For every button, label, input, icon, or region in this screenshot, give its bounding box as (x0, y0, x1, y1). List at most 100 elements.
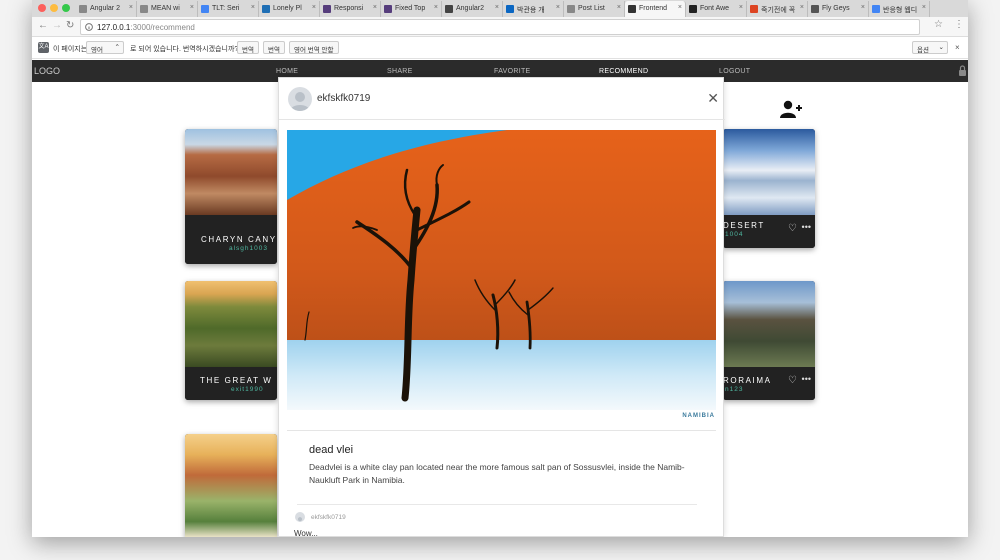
bookmark-star-icon[interactable]: ☆ (934, 19, 943, 30)
close-tab-icon[interactable]: × (373, 4, 377, 11)
tab-label: Responsi (334, 5, 364, 12)
photo-card[interactable]: RORAIMA n123 ♡ ••• (723, 281, 815, 400)
tab-label: TLT: Seri (212, 5, 240, 12)
google-icon (872, 5, 880, 13)
nav-home[interactable]: HOME (276, 68, 298, 75)
url-field[interactable]: 127.0.0.1:3000/recommend (80, 19, 920, 35)
minimize-window-button[interactable] (50, 4, 58, 12)
translate-options-select[interactable]: 옵션 ⌄ (912, 41, 948, 54)
close-tab-icon[interactable]: × (617, 4, 621, 11)
forward-icon[interactable]: → (52, 20, 62, 31)
browser-tab[interactable]: Lonely Pl × (259, 1, 320, 17)
page-icon (445, 5, 453, 13)
language-select[interactable]: 영어 ⌃ (86, 41, 124, 54)
address-row: ← → ↻ 127.0.0.1:3000/recommend ☆ ⋮ (32, 17, 968, 37)
lock-icon[interactable] (958, 65, 967, 76)
heart-icon[interactable]: ♡ (788, 223, 797, 234)
browser-tab[interactable]: Angular2 × (442, 1, 503, 17)
more-icon[interactable]: ••• (802, 374, 811, 384)
card-image (723, 281, 815, 367)
close-tab-icon[interactable]: × (922, 4, 926, 11)
back-icon[interactable]: ← (38, 20, 48, 31)
card-title: CHARYN CANY (201, 235, 277, 244)
tab-label: Fixed Top (395, 5, 426, 12)
tab-label: 죽기전에 꼭 (761, 7, 796, 14)
lp-icon (262, 5, 270, 13)
google-icon (201, 5, 209, 13)
tab-label: Angular2 (456, 5, 485, 12)
comment-text: Wow... (294, 529, 318, 537)
comment-author[interactable]: ekfskfk0719 (311, 514, 346, 521)
translate-question: 로 되어 있습니다. 번역하시겠습니까? (130, 46, 239, 53)
doc-icon (140, 5, 148, 13)
reload-icon[interactable]: ↻ (66, 20, 74, 31)
close-tab-icon[interactable]: × (434, 4, 438, 11)
browser-tab[interactable]: Fixed Top × (381, 1, 442, 17)
browser-tab[interactable]: Fly Geys × (808, 1, 869, 17)
post-detail-modal: ekfskfk0719 ✕ NAMIBIA dead vlei Deadvlei… (278, 77, 725, 537)
browser-tab[interactable]: Responsi × (320, 1, 381, 17)
browser-menu-icon[interactable]: ⋮ (954, 19, 964, 30)
avatar[interactable] (288, 87, 312, 111)
browser-tab[interactable]: TLT: Seri × (198, 1, 259, 17)
browser-tab[interactable]: Post List × (564, 1, 625, 17)
tab-label: Frontend (639, 5, 668, 12)
close-tab-icon[interactable]: × (129, 4, 133, 11)
linkedin-icon (506, 5, 514, 13)
card-image (185, 434, 277, 537)
card-user: exit1990 (231, 386, 264, 393)
tab-label: Fly Geys (822, 5, 850, 12)
close-window-button[interactable] (38, 4, 46, 12)
bootstrap-icon (323, 5, 331, 13)
never-translate-button[interactable]: 영어 번역 안함 (289, 41, 339, 54)
card-title: DESERT (723, 221, 765, 230)
close-translate-icon[interactable]: × (955, 43, 960, 52)
flag-icon (689, 5, 697, 13)
card-image (723, 129, 815, 215)
heart-icon[interactable]: ♡ (788, 375, 797, 386)
translate-button[interactable]: 번역 (263, 41, 285, 54)
browser-tab[interactable]: MEAN wi × (137, 1, 198, 17)
photo-card[interactable]: CHARYN CANY alsgh1003 (185, 129, 277, 264)
doc-icon (567, 5, 575, 13)
nav-recommend[interactable]: RECOMMEND (599, 68, 648, 75)
close-tab-icon[interactable]: × (678, 4, 682, 11)
maximize-window-button[interactable] (62, 4, 70, 12)
bootstrap-icon (384, 5, 392, 13)
photo-card[interactable]: DESERT 1004 ♡ ••• (723, 129, 815, 248)
browser-tab[interactable]: Font Awe × (686, 1, 747, 17)
card-image (185, 129, 277, 215)
close-tab-icon[interactable]: × (190, 4, 194, 11)
tab-strip: Angular 2 × MEAN wi × TLT: Seri × Lonely Pl × Re… (32, 0, 968, 17)
close-tab-icon[interactable]: × (800, 4, 804, 11)
add-user-icon[interactable] (780, 100, 802, 118)
browser-window: Angular 2 × MEAN wi × TLT: Seri × Lonely Pl × Re… (32, 0, 968, 537)
browser-tab[interactable]: 박관용 개 × (503, 1, 564, 17)
post-author[interactable]: ekfskfk0719 (317, 93, 370, 104)
browser-tab[interactable]: 죽기전에 꼭 × (747, 1, 808, 17)
close-tab-icon[interactable]: × (312, 4, 316, 11)
more-icon[interactable]: ••• (802, 222, 811, 232)
nav-share[interactable]: SHARE (387, 68, 413, 75)
browser-tab[interactable]: Angular 2 × (76, 1, 137, 17)
close-icon[interactable]: ✕ (707, 90, 719, 107)
card-title: THE GREAT W (200, 376, 273, 385)
nav-favorite[interactable]: FAVORITE (494, 68, 531, 75)
close-tab-icon[interactable]: × (556, 4, 560, 11)
photo-card[interactable]: THE GREAT W exit1990 (185, 281, 277, 400)
close-tab-icon[interactable]: × (861, 4, 865, 11)
close-tab-icon[interactable]: × (739, 4, 743, 11)
photo-card[interactable] (185, 434, 277, 537)
nav-logout[interactable]: LOGOUT (719, 68, 750, 75)
post-location: NAMIBIA (682, 413, 715, 419)
comment-avatar (295, 512, 305, 522)
tab-label: Font Awe (700, 5, 730, 12)
browser-tab[interactable]: 반응형 웹디 × (869, 1, 930, 17)
translate-original-button[interactable]: 번역 (237, 41, 259, 54)
site-logo[interactable]: LOGO (34, 66, 60, 76)
close-tab-icon[interactable]: × (495, 4, 499, 11)
card-image (185, 281, 277, 367)
browser-tab[interactable]: Frontend × (625, 1, 686, 17)
close-tab-icon[interactable]: × (251, 4, 255, 11)
doc-icon (79, 5, 87, 13)
